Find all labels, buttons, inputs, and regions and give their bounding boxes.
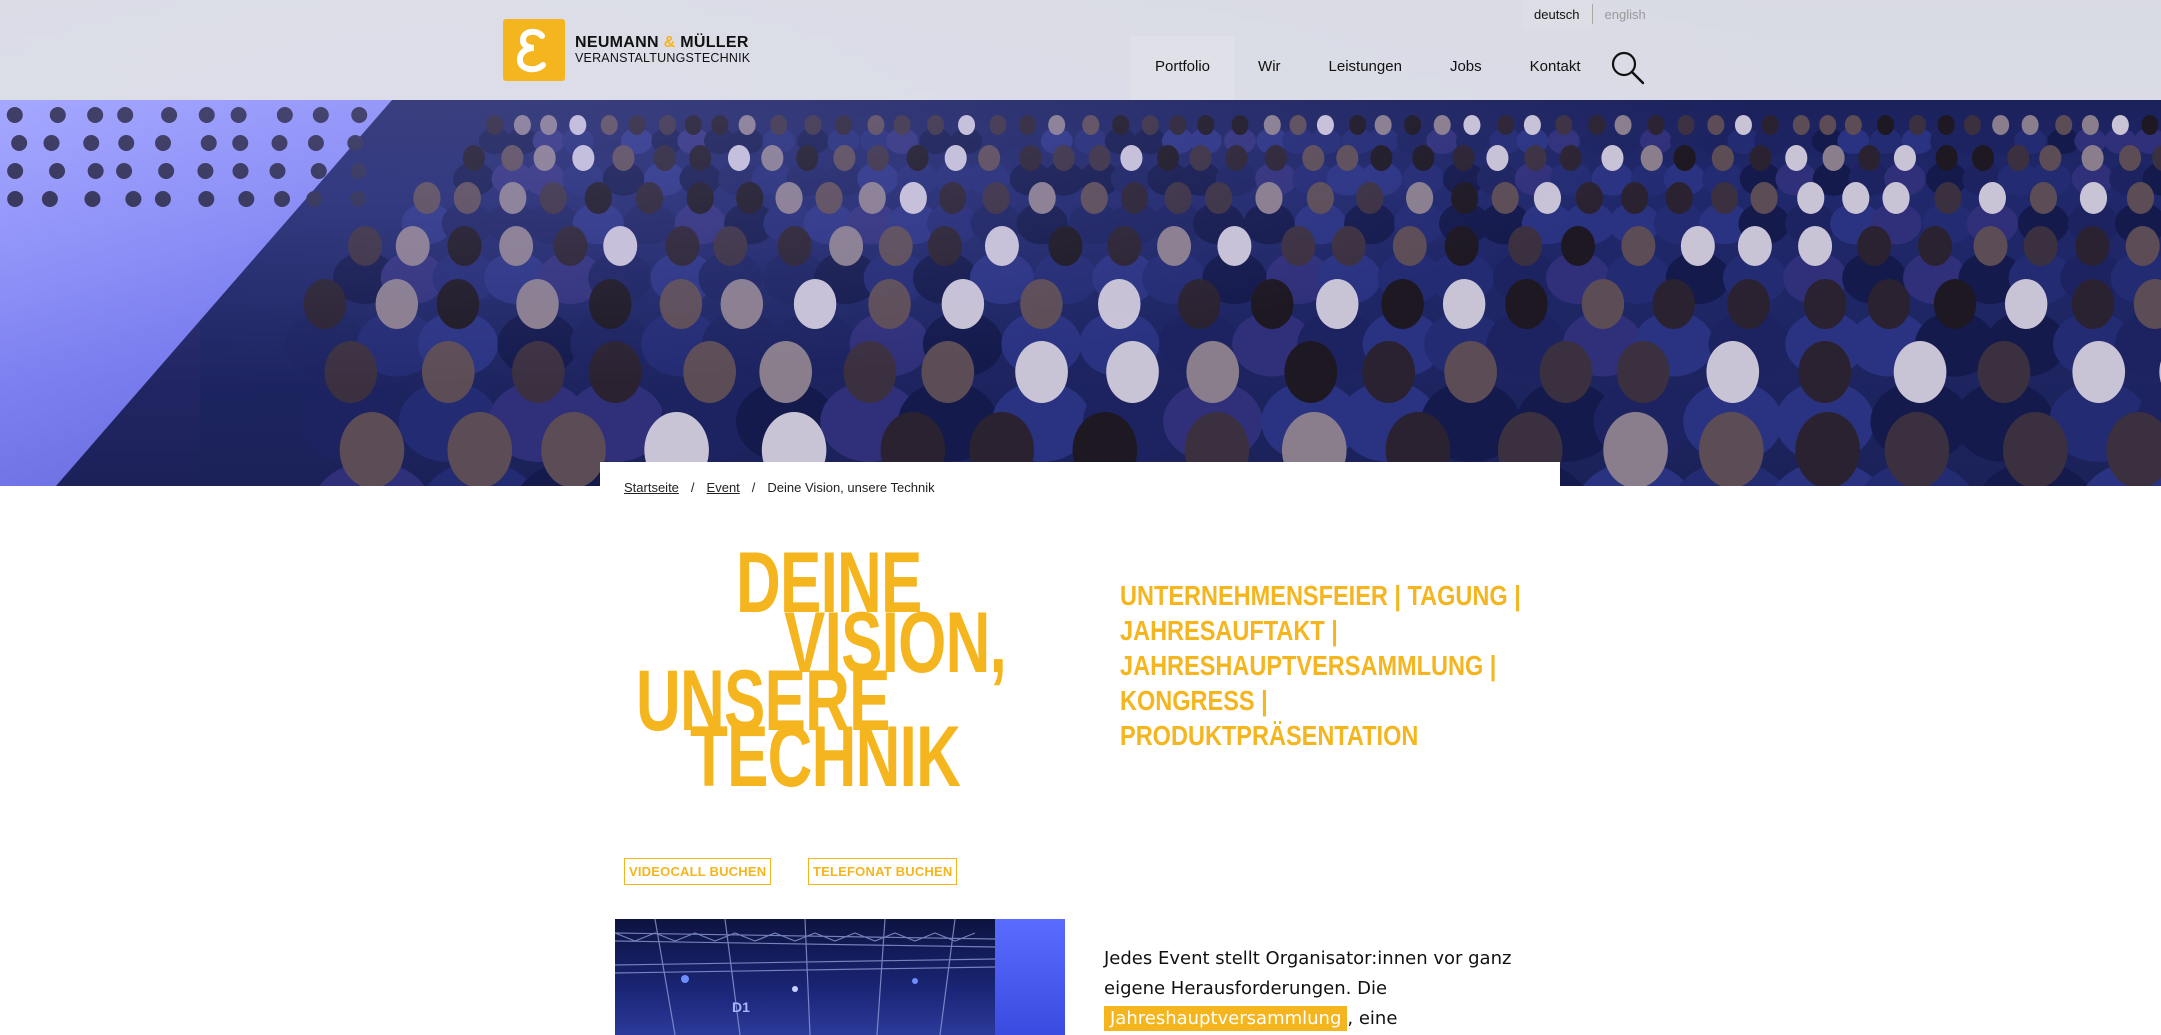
breadcrumb-startseite[interactable]: Startseite bbox=[624, 480, 679, 495]
nav-wir[interactable]: Wir bbox=[1234, 36, 1305, 100]
nav-kontakt[interactable]: Kontakt bbox=[1506, 36, 1605, 100]
event-photo: D1 bbox=[615, 919, 1065, 1035]
nav-jobs[interactable]: Jobs bbox=[1426, 36, 1506, 100]
intro-text: Jedes Event stellt Organisator:innen vor… bbox=[1104, 948, 1512, 1031]
page-title: DEINE VISION, UNSERE TECHNIK bbox=[630, 540, 1060, 800]
stage-screen bbox=[995, 919, 1065, 1035]
videocall-button[interactable]: VIDEOCALL BUCHEN bbox=[624, 858, 772, 885]
lang-deutsch[interactable]: deutsch bbox=[1522, 0, 1592, 29]
highlight-link[interactable]: Jahreshauptversammlung bbox=[1104, 1006, 1348, 1031]
main-nav: Portfolio Wir Leistungen Jobs Kontakt bbox=[1131, 36, 1605, 100]
event-type-list: Unternehmensfeier | Tagung | Jahresaufta… bbox=[1120, 580, 1521, 751]
site-header: NEUMANN & MÜLLER VERANSTALTUNGSTECHNIK d… bbox=[0, 0, 2161, 100]
logo-ampersand-icon bbox=[503, 19, 565, 81]
logo-tagline: VERANSTALTUNGSTECHNIK bbox=[575, 50, 751, 65]
search-icon[interactable] bbox=[1610, 50, 1646, 86]
breadcrumb-event[interactable]: Event bbox=[707, 480, 740, 495]
stage-label: D1 bbox=[732, 999, 750, 1015]
logo-name: NEUMANN & MÜLLER bbox=[575, 34, 749, 52]
logo[interactable]: NEUMANN & MÜLLER VERANSTALTUNGSTECHNIK bbox=[503, 19, 750, 81]
nav-portfolio[interactable]: Portfolio bbox=[1131, 36, 1235, 100]
title-line-4: TECHNIK bbox=[690, 709, 961, 805]
nav-leistungen[interactable]: Leistungen bbox=[1305, 36, 1426, 100]
breadcrumb-container: Startseite / Event / Deine Vision, unser… bbox=[600, 462, 1560, 522]
language-switch: deutsch english bbox=[1522, 0, 1658, 29]
breadcrumb: Startseite / Event / Deine Vision, unser… bbox=[624, 480, 935, 495]
breadcrumb-current: Deine Vision, unsere Technik bbox=[767, 480, 935, 495]
lang-english[interactable]: english bbox=[1593, 0, 1658, 29]
telefonat-button[interactable]: TELEFONAT BUCHEN bbox=[808, 858, 958, 885]
